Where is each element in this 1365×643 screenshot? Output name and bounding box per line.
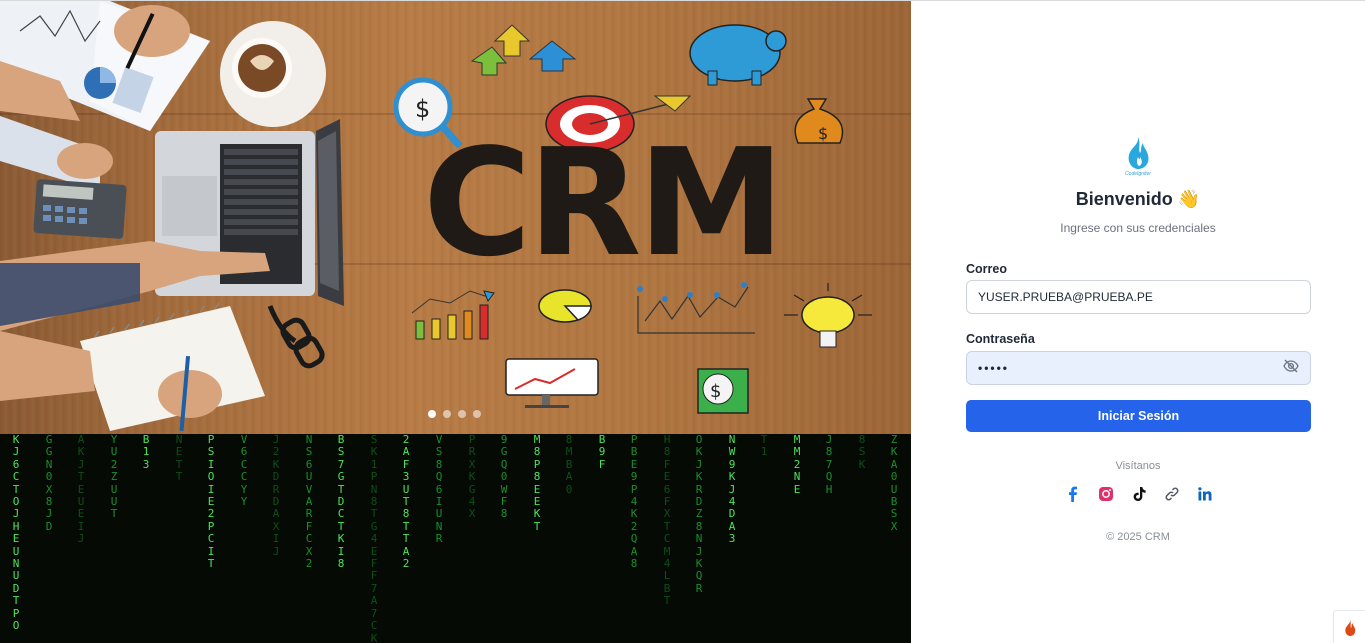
facebook-icon[interactable] xyxy=(1064,485,1081,502)
social-links xyxy=(1064,485,1213,502)
welcome-subtitle: Ingrese con sus credenciales xyxy=(1060,221,1216,235)
glasses-icon xyxy=(267,305,325,369)
matrix-column: 8 M B A 0 xyxy=(565,434,573,496)
matrix-rain-background: K J 6 C T O J H E U N U D T P O G G N 0 X… xyxy=(0,434,911,643)
matrix-column: V 6 C C Y Y xyxy=(240,434,248,509)
matrix-column: B S 7 G T D C T K I 8 xyxy=(337,434,345,571)
lightbulb-icon xyxy=(784,283,872,348)
matrix-column: O K J K R D Z 8 N J K Q R xyxy=(695,434,703,595)
flame-icon xyxy=(1128,137,1149,169)
matrix-column: H 8 F E 6 F X T C M 4 L B T xyxy=(663,434,671,608)
linkedin-icon[interactable] xyxy=(1196,485,1213,502)
matrix-column: S K 1 P N 8 T G 4 E F F 7 A 7 C K L xyxy=(370,434,378,643)
password-field[interactable] xyxy=(966,351,1311,385)
svg-text:$: $ xyxy=(710,381,721,402)
hero-headline: CRM xyxy=(423,117,785,289)
coffee-cup-icon xyxy=(220,21,326,127)
matrix-column: N W 9 K J 4 D A 3 xyxy=(728,434,736,546)
login-page: $ $ $ CRM K J 6 C T O J H E U N U D T P … xyxy=(0,0,1365,643)
matrix-column: 2 A F 3 U T 8 T T A 2 xyxy=(402,434,410,571)
piggy-bank-icon xyxy=(689,24,787,86)
link-icon[interactable] xyxy=(1163,485,1180,502)
svg-text:$: $ xyxy=(818,124,828,143)
notebook-icon xyxy=(0,302,265,432)
email-field[interactable] xyxy=(966,280,1311,314)
carousel-dot-4[interactable] xyxy=(473,410,481,418)
matrix-column: M M 2 N E xyxy=(793,434,801,496)
matrix-column: 8 S K xyxy=(858,434,866,471)
login-button[interactable]: Iniciar Sesión xyxy=(966,400,1311,432)
matrix-column: N S 6 U V A R F C X 2 xyxy=(305,434,313,571)
instagram-icon[interactable] xyxy=(1097,485,1114,502)
matrix-column: J 2 K D R D A X I J xyxy=(272,434,280,558)
pie-chart-icon xyxy=(538,289,592,323)
email-label: Correo xyxy=(966,262,1007,276)
login-panel: CodeIgniter Bienvenido 👋 Ingrese con sus… xyxy=(911,1,1365,643)
matrix-column: B 1 3 xyxy=(142,434,150,471)
matrix-column: Z K A 0 U B S X xyxy=(890,434,898,533)
matrix-column: G G N 0 X 8 J D xyxy=(45,434,53,533)
codeigniter-debug-toolbar-button[interactable] xyxy=(1333,610,1365,643)
password-label: Contraseña xyxy=(966,332,1035,346)
hero-carousel: $ $ $ CRM xyxy=(0,1,911,434)
brand-name: CodeIgniter xyxy=(1125,171,1151,177)
calculator-icon xyxy=(33,179,127,239)
welcome-title: Bienvenido 👋 xyxy=(1075,189,1201,209)
carousel-dot-2[interactable] xyxy=(443,410,451,418)
carousel-dot-3[interactable] xyxy=(458,410,466,418)
matrix-column: J 8 7 Q H xyxy=(825,434,833,496)
matrix-column: B 9 F xyxy=(598,434,606,471)
money-bag-icon: $ xyxy=(794,98,844,144)
matrix-column: P S I O I E 2 P C I T xyxy=(207,434,215,571)
matrix-column: M 8 P 8 E E K T xyxy=(533,434,541,533)
line-chart-icon xyxy=(637,282,755,334)
carousel-indicators xyxy=(428,410,481,418)
flame-icon xyxy=(1344,619,1355,636)
bar-chart-icon xyxy=(411,290,495,340)
matrix-column: A K J T E U E I J xyxy=(77,434,85,546)
matrix-column: Y U 2 Z U U T xyxy=(110,434,118,521)
codeigniter-logo: CodeIgniter xyxy=(1123,135,1153,179)
tiktok-icon[interactable] xyxy=(1130,485,1147,502)
matrix-column: K J 6 C T O J H E U N U D T P O xyxy=(12,434,20,633)
matrix-column: 9 G Q 0 W F 8 xyxy=(500,434,508,521)
copyright: © 2025 CRM xyxy=(1106,531,1170,543)
matrix-column: P R X K G 4 X xyxy=(468,434,476,521)
matrix-column: V S 8 Q 6 I U N R xyxy=(435,434,443,546)
monitor-icon xyxy=(505,358,599,408)
dollar-document-icon: $ xyxy=(697,368,749,414)
toggle-password-visibility-icon[interactable] xyxy=(1283,358,1299,374)
matrix-column: T 1 xyxy=(760,434,768,459)
carousel-dot-1[interactable] xyxy=(428,410,436,418)
matrix-column: P B E 9 P 4 K 2 Q A 8 xyxy=(630,434,638,571)
arrows-icon xyxy=(470,24,577,76)
matrix-column: N E T T xyxy=(175,434,183,484)
social-title: Visítanos xyxy=(1115,460,1161,472)
